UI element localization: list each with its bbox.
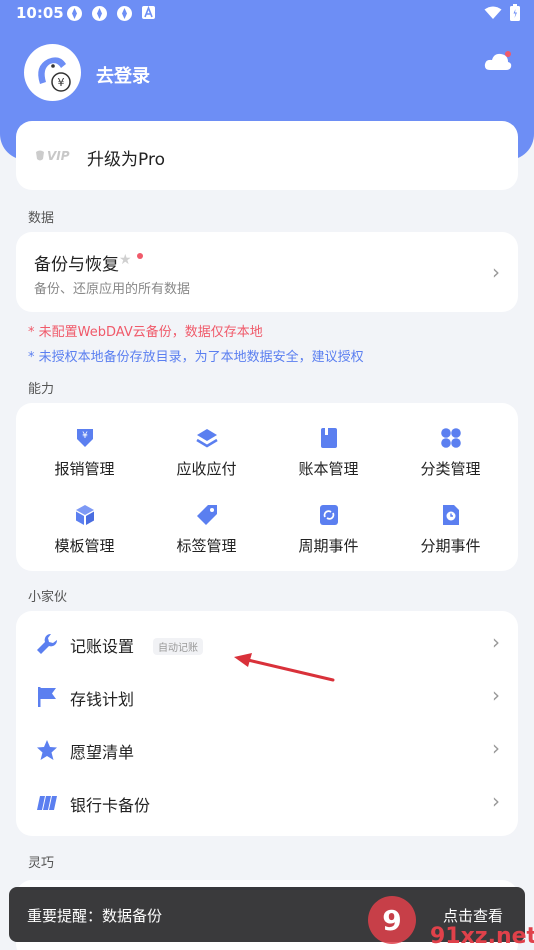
cloud-sync-button[interactable]	[484, 50, 512, 78]
chevron-right-icon: ›	[492, 630, 500, 654]
grid-item-tag[interactable]: 标签管理	[144, 504, 269, 556]
status-notification-icons	[66, 5, 156, 22]
wifi-icon	[484, 6, 502, 19]
notification-icon	[67, 6, 82, 21]
installment-icon	[442, 505, 459, 525]
status-bar: 10:05	[0, 0, 534, 28]
wrench-icon	[37, 633, 58, 654]
notification-icon	[92, 6, 107, 21]
chevron-right-icon: ›	[492, 683, 500, 707]
snackbar-action-button[interactable]: 点击查看	[443, 905, 503, 926]
grid-item-template[interactable]: 模板管理	[22, 504, 147, 556]
status-time: 10:05	[16, 4, 64, 22]
cycle-icon	[319, 505, 338, 525]
flag-icon	[38, 687, 56, 707]
grid-item-receivable[interactable]: 应收应付	[144, 427, 269, 479]
svg-text:¥: ¥	[58, 76, 65, 89]
card-icon	[37, 796, 57, 810]
upgrade-pro-label: 升级为Pro	[87, 150, 165, 170]
list-item-label: 记账设置	[70, 637, 135, 656]
section-label-smart: 灵巧	[28, 856, 55, 871]
backup-restore-card[interactable]: 备份与恢复 ★ 备份、还原应用的所有数据 ›	[16, 232, 518, 312]
reimburse-icon: ¥	[76, 429, 93, 447]
tag-icon	[196, 505, 217, 525]
list-item-label: 愿望清单	[70, 743, 135, 762]
vip-logo-text: VIP	[47, 149, 70, 163]
notification-icon	[117, 6, 132, 21]
watermark-text: 91xz.net	[430, 924, 534, 949]
grid-item-label: 分期事件	[420, 537, 481, 555]
grid-item-label: 标签管理	[176, 537, 237, 555]
status-system-icons	[484, 4, 520, 21]
chevron-right-icon: ›	[492, 789, 500, 813]
grid-item-label: 模板管理	[54, 537, 115, 555]
book-icon	[320, 428, 337, 448]
grid-item-category[interactable]: 分类管理	[388, 427, 513, 479]
login-link[interactable]: 去登录	[96, 62, 150, 88]
favorite-star-icon[interactable]: ★	[119, 252, 132, 268]
widgets-list-card: 记账设置 自动记账 › 存钱计划 › 愿望清单 › 银行卡备份 ›	[16, 611, 518, 836]
grid-item-cycle[interactable]: 周期事件	[266, 504, 391, 556]
new-dot-indicator	[137, 253, 143, 259]
cloud-icon	[484, 51, 512, 70]
grid-item-reimburse[interactable]: ¥ 报销管理	[22, 427, 147, 479]
list-item-wishlist[interactable]: 愿望清单 ›	[16, 723, 518, 776]
backup-subtitle: 备份、还原应用的所有数据	[34, 282, 191, 297]
grid-item-label: 账本管理	[298, 460, 359, 478]
feature-grid-card: ¥ 报销管理 应收应付 账本管理 分类管理 模板管理 标签管理 周期事件 分期事…	[16, 403, 518, 571]
list-item-bankcard-backup[interactable]: 银行卡备份 ›	[16, 776, 518, 829]
section-label-widgets: 小家伙	[28, 590, 68, 605]
list-item-label: 银行卡备份	[70, 796, 151, 815]
svg-text:9: 9	[382, 904, 401, 937]
a-icon	[142, 5, 155, 19]
grid-item-label: 分类管理	[420, 460, 481, 478]
auto-accounting-badge: 自动记账	[153, 638, 203, 655]
list-item-label: 存钱计划	[70, 690, 135, 709]
avatar[interactable]: ¥	[24, 44, 81, 101]
layers-icon	[195, 429, 218, 448]
grid-item-label: 报销管理	[54, 460, 115, 478]
section-label-data: 数据	[28, 211, 55, 226]
star-icon	[37, 740, 57, 760]
cube-icon	[75, 505, 94, 525]
grid-item-installment[interactable]: 分期事件	[388, 504, 513, 556]
section-label-ability: 能力	[28, 382, 55, 397]
watermark-logo: 9	[368, 896, 416, 944]
battery-icon	[510, 4, 520, 21]
grid-item-ledger[interactable]: 账本管理	[266, 427, 391, 479]
avatar-bird-icon: ¥	[38, 57, 71, 92]
vip-logo-icon: VIP	[36, 149, 70, 163]
snackbar-message: 重要提醒：数据备份	[27, 907, 163, 925]
grid-item-label: 应收应付	[176, 460, 237, 478]
local-backup-warning[interactable]: * 未授权本地备份存放目录，为了本地数据安全，建议授权	[28, 346, 364, 365]
grid-icon	[440, 428, 461, 448]
svg-text:¥: ¥	[82, 431, 88, 441]
chevron-right-icon: ›	[492, 260, 500, 284]
webdav-warning[interactable]: * 未配置WebDAV云备份，数据仅存本地	[28, 321, 263, 340]
upgrade-pro-card[interactable]: VIP 升级为Pro	[16, 121, 518, 190]
annotation-arrow	[234, 653, 335, 682]
grid-item-label: 周期事件	[298, 537, 359, 555]
backup-title: 备份与恢复	[34, 255, 119, 275]
chevron-right-icon: ›	[492, 736, 500, 760]
